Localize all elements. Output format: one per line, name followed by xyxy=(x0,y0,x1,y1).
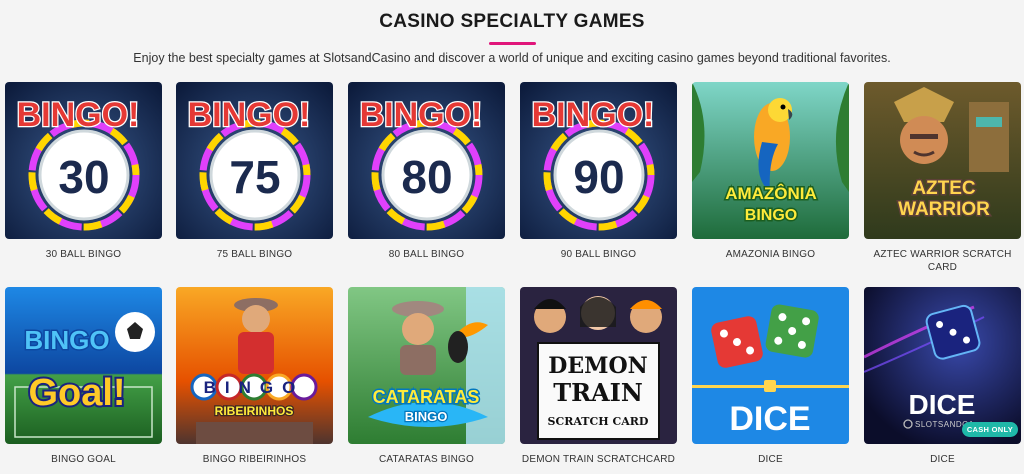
game-card-dice-cash[interactable]: DICE SLOTSANDCA CASH ONLY DICE xyxy=(864,287,1021,466)
game-logo-line1: DEMON xyxy=(548,353,647,379)
game-caption[interactable]: 80 BALL BINGO xyxy=(348,248,505,261)
game-thumbnail[interactable]: CATARATAS BINGO xyxy=(348,287,505,444)
game-card-demon-train[interactable]: DEMON TRAIN SCRATCH CARD DEMON TRAIN SCR… xyxy=(520,287,677,466)
bingo-logo: BINGO! xyxy=(188,96,311,134)
game-thumbnail[interactable]: BINGO RIBEIRINHOS xyxy=(176,287,333,444)
bingo-logo: BINGO! xyxy=(360,96,483,134)
game-thumbnail[interactable]: BINGO Goal! xyxy=(5,287,162,444)
game-thumbnail[interactable]: AZTEC WARRIOR xyxy=(864,82,1021,239)
game-logo: DICE xyxy=(909,389,976,420)
game-card-75-ball-bingo[interactable]: 75 BINGO! 75 BALL BINGO xyxy=(176,82,333,261)
game-thumbnail[interactable]: 75 BINGO! xyxy=(176,82,333,239)
game-card-bingo-ribeirinhos[interactable]: BINGO RIBEIRINHOS BINGO RIBEIRINHOS xyxy=(176,287,333,466)
game-caption[interactable]: 90 BALL BINGO xyxy=(520,248,677,261)
game-logo-line1: BINGO xyxy=(204,378,305,397)
game-caption[interactable]: BINGO GOAL xyxy=(5,453,162,466)
game-caption[interactable]: 30 BALL BINGO xyxy=(5,248,162,261)
game-logo-line3: SCRATCH CARD xyxy=(548,415,649,428)
game-caption[interactable]: DEMON TRAIN SCRATCHCARD xyxy=(520,453,677,466)
bingo-number: 80 xyxy=(401,151,452,203)
bingo-logo: BINGO! xyxy=(532,96,655,134)
cash-only-badge: CASH ONLY xyxy=(961,422,1018,437)
game-caption[interactable]: AMAZONIA BINGO xyxy=(692,248,849,261)
specialty-games-section: CASINO SPECIALTY GAMES Enjoy the best sp… xyxy=(0,0,1024,474)
game-logo-line1: AZTEC xyxy=(912,178,976,199)
game-card-dice[interactable]: DICE DICE xyxy=(692,287,849,466)
game-logo-line1: BINGO xyxy=(24,325,109,355)
game-card-aztec-warrior[interactable]: AZTEC WARRIOR AZTEC WARRIOR SCRATCH CARD xyxy=(864,82,1021,274)
game-thumbnail[interactable]: DICE xyxy=(692,287,849,444)
game-card-cataratas-bingo[interactable]: CATARATAS BINGO CATARATAS BINGO xyxy=(348,287,505,466)
game-logo-line2: TRAIN xyxy=(553,378,643,407)
bingo-number: 75 xyxy=(229,151,280,203)
bingo-logo: BINGO! xyxy=(17,96,140,134)
game-logo-line2: RIBEIRINHOS xyxy=(215,404,294,418)
bingo-number: 30 xyxy=(58,151,109,203)
game-thumbnail[interactable]: 90 BINGO! xyxy=(520,82,677,239)
game-caption[interactable]: 75 BALL BINGO xyxy=(176,248,333,261)
game-thumbnail[interactable]: DEMON TRAIN SCRATCH CARD xyxy=(520,287,677,444)
bingo-number: 90 xyxy=(573,151,624,203)
game-card-80-ball-bingo[interactable]: 80 BINGO! 80 BALL BINGO xyxy=(348,82,505,261)
game-logo-line2: WARRIOR xyxy=(898,199,990,220)
game-logo-line1: CATARATAS xyxy=(373,387,480,407)
game-caption[interactable]: AZTEC WARRIOR SCRATCH CARD xyxy=(864,248,1021,274)
game-thumbnail[interactable]: DICE SLOTSANDCA CASH ONLY xyxy=(864,287,1021,444)
game-thumbnail[interactable]: 80 BINGO! xyxy=(348,82,505,239)
section-subtitle: Enjoy the best specialty games at Slotsa… xyxy=(133,51,891,65)
game-thumbnail[interactable]: AMAZÔNIA BINGO xyxy=(692,82,849,239)
game-caption[interactable]: DICE xyxy=(692,453,849,466)
game-card-90-ball-bingo[interactable]: 90 BINGO! 90 BALL BINGO xyxy=(520,82,677,261)
game-logo-line2: Goal! xyxy=(28,372,125,414)
section-title: CASINO SPECIALTY GAMES xyxy=(379,11,645,32)
game-logo-line2: BINGO xyxy=(745,207,797,224)
game-caption[interactable]: CATARATAS BINGO xyxy=(348,453,505,466)
game-caption[interactable]: DICE xyxy=(864,453,1021,466)
game-card-bingo-goal[interactable]: BINGO Goal! BINGO GOAL xyxy=(5,287,162,466)
game-card-30-ball-bingo[interactable]: 30 BINGO! 30 BALL BINGO xyxy=(5,82,162,261)
game-logo: DICE xyxy=(729,400,810,438)
game-logo-line1: AMAZÔNIA xyxy=(725,184,817,203)
title-underline xyxy=(489,42,536,45)
game-thumbnail[interactable]: 30 BINGO! xyxy=(5,82,162,239)
game-card-amazonia-bingo[interactable]: AMAZÔNIA BINGO AMAZONIA BINGO xyxy=(692,82,849,261)
game-caption[interactable]: BINGO RIBEIRINHOS xyxy=(176,453,333,466)
game-logo-line2: BINGO xyxy=(405,409,448,424)
